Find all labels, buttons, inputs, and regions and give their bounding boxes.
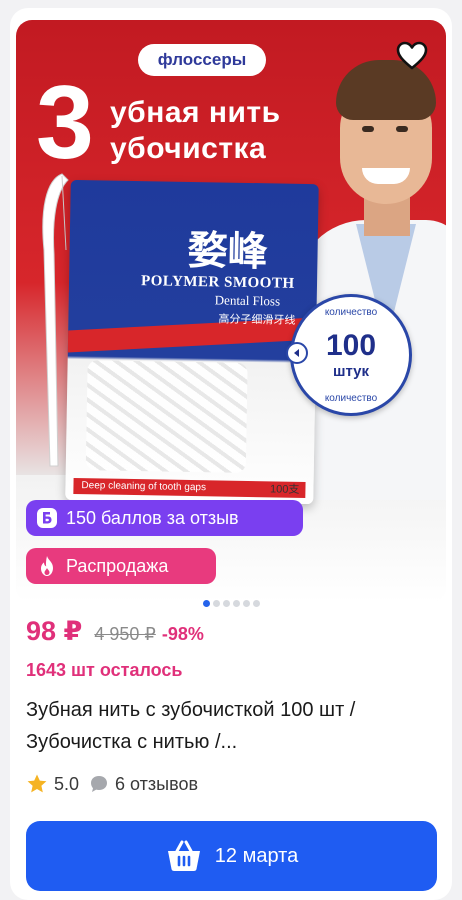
image-pager[interactable] (203, 600, 260, 607)
rating-score: 5.0 (54, 773, 80, 794)
heart-outline-icon (396, 41, 428, 70)
badge-ring-text: количество (324, 307, 378, 318)
pager-dot[interactable] (203, 600, 210, 607)
headline-digit: 3 (36, 65, 94, 181)
delivery-date-label: 12 марта (214, 844, 299, 867)
package-subtitle: Dental Floss (214, 292, 281, 309)
discount-badge: -98% (161, 624, 204, 644)
image-headline: 3 убная нить убочистка (36, 68, 336, 194)
package-brand-cn: 婺峰 (187, 226, 268, 276)
product-title[interactable]: Зубная нить с зубочисткой 100 шт / Зубоч… (26, 694, 436, 758)
basket-icon (165, 839, 203, 873)
bonus-b-icon (36, 507, 58, 529)
badge-ring-text-bottom: количество (324, 393, 378, 404)
package-picks (85, 360, 248, 473)
favorite-button[interactable] (394, 38, 430, 74)
package-count: 100支 (269, 483, 300, 496)
fire-icon (36, 555, 58, 577)
old-price: 4 950 ₽ (94, 624, 156, 644)
count-badge: количество 100 штук количество (290, 294, 412, 416)
package-subtitle-cn: 高分子细滑牙线 (218, 313, 296, 327)
pager-dot[interactable] (223, 600, 230, 607)
current-price: 98 ₽ (26, 616, 83, 646)
comment-icon (91, 776, 108, 792)
add-to-cart-button[interactable]: 12 марта (26, 821, 437, 891)
sale-label: Распродажа (66, 555, 169, 576)
badge-unit: штук (332, 363, 370, 380)
product-card[interactable]: флоссеры 3 убная нить убочистка 婺峰 POLYM… (10, 8, 452, 900)
stock-remaining: 1643 шт осталось (26, 660, 183, 680)
badge-number: 100 (325, 329, 377, 362)
rating-row[interactable]: 5.0 6 отзывов (26, 770, 198, 798)
pager-dot[interactable] (213, 600, 220, 607)
review-bonus-badge: 150 баллов за отзыв (26, 500, 303, 536)
pager-dot[interactable] (243, 600, 250, 607)
star-icon (27, 774, 47, 793)
package-brand-en: POLYMER SMOOTH (140, 273, 295, 292)
price-row: 98 ₽ 4 950 ₽ -98% (26, 616, 204, 648)
sale-badge: Распродажа (26, 548, 216, 584)
category-pill: флоссеры (138, 44, 266, 76)
review-count: 6 отзывов (115, 773, 199, 794)
carousel-prev-icon (286, 342, 308, 364)
floss-package: 婺峰 POLYMER SMOOTH Dental Floss 高分子细滑牙线 D… (65, 179, 319, 505)
pager-dot[interactable] (253, 600, 260, 607)
review-bonus-label: 150 баллов за отзыв (66, 507, 239, 528)
pager-dot[interactable] (233, 600, 240, 607)
headline-line-1: убная нить (110, 96, 281, 129)
headline-line-2: убочистка (110, 132, 267, 165)
